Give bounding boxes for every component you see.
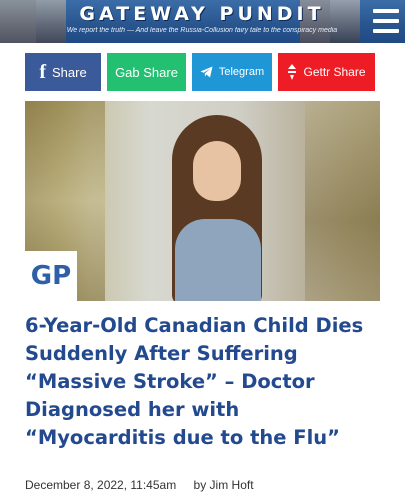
gp-logo-badge: GP — [25, 251, 77, 301]
site-logo[interactable]: GATEWAY PUNDIT — [66, 3, 338, 25]
gab-share-button[interactable]: Gab Share — [107, 53, 186, 91]
telegram-share-label: Telegram — [218, 66, 265, 78]
article-date: December 8, 2022, 11:45am — [25, 478, 177, 492]
header-portrait — [0, 0, 36, 43]
facebook-share-button[interactable]: f Share — [25, 53, 101, 91]
gp-logo-text: GP — [30, 261, 72, 291]
article-author[interactable]: by Jim Hoft — [194, 478, 254, 492]
article-title: 6-Year-Old Canadian Child Dies Suddenly … — [25, 314, 364, 449]
facebook-share-label: Share — [51, 64, 87, 80]
site-header: GATEWAY PUNDIT We report the truth — And… — [0, 0, 405, 43]
hamburger-menu-icon[interactable] — [373, 9, 399, 33]
article-meta: December 8, 2022, 11:45am by Jim Hoft — [25, 478, 254, 492]
gettr-share-button[interactable]: Gettr Share — [278, 53, 375, 91]
site-tagline: We report the truth — And leave the Russ… — [66, 27, 338, 34]
facebook-icon: f — [39, 61, 46, 83]
article-featured-image — [25, 101, 380, 301]
telegram-share-button[interactable]: Telegram — [192, 53, 272, 91]
gettr-icon — [287, 64, 297, 80]
gab-share-label: Gab Share — [115, 64, 178, 80]
header-portrait — [36, 0, 66, 43]
gettr-share-label: Gettr Share — [303, 65, 366, 79]
telegram-icon — [200, 66, 213, 78]
